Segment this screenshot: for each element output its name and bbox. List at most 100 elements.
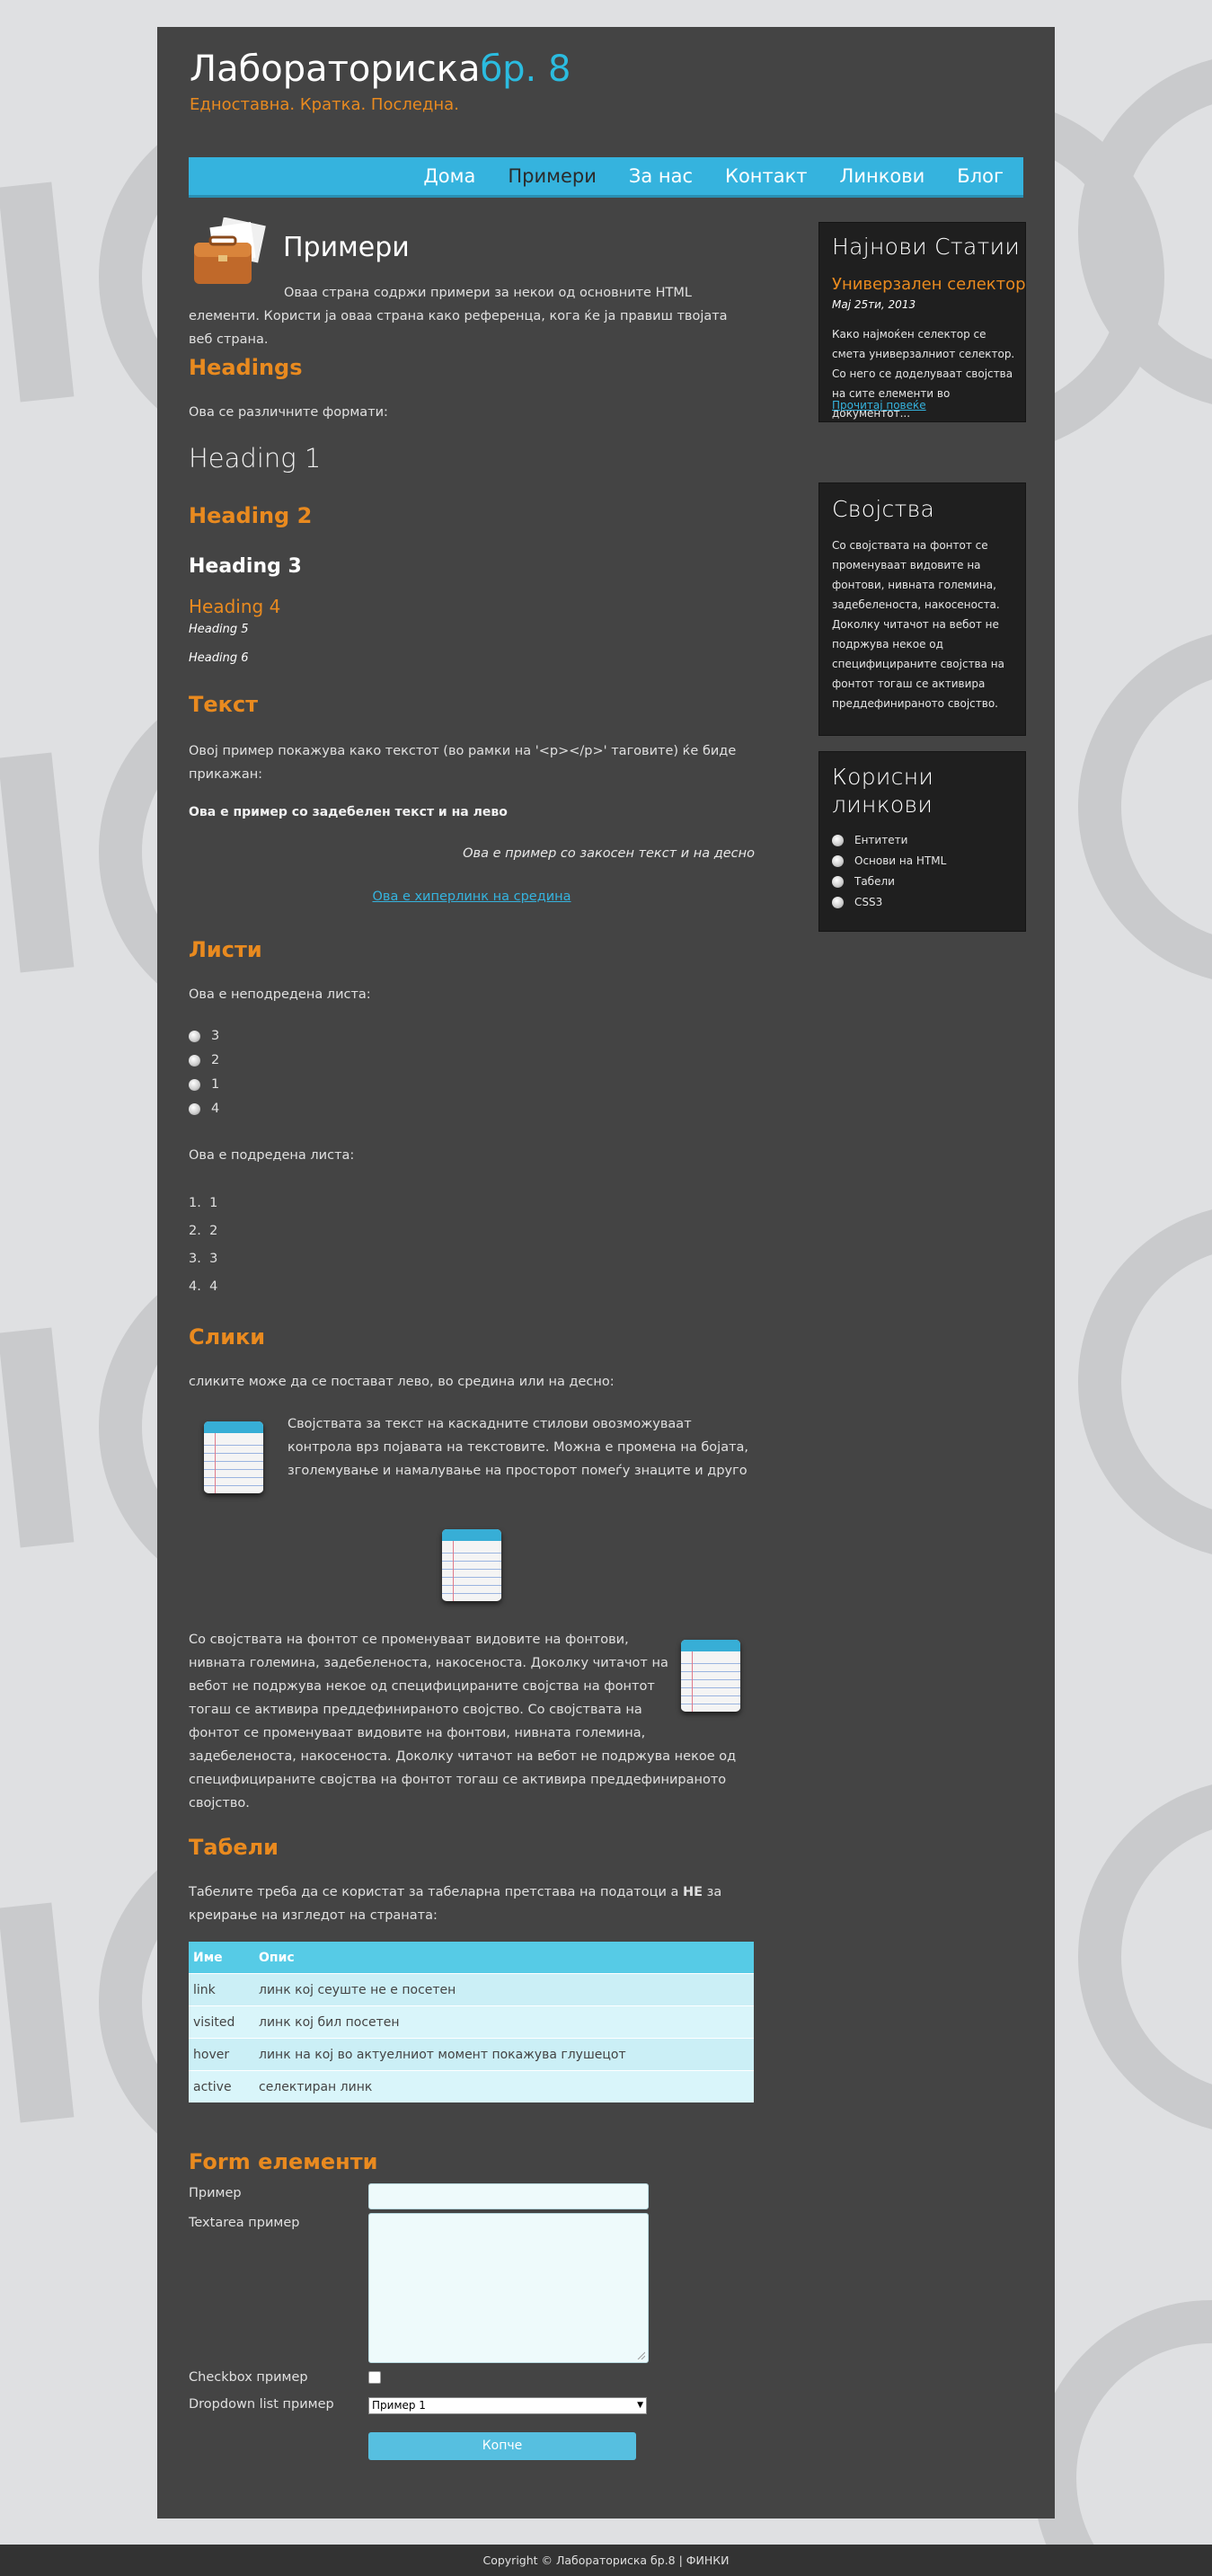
page-intro: Оваа страна содржи примери за некои од о…: [189, 286, 728, 347]
heading-1-sample: Heading 1: [189, 443, 322, 474]
section-title-headings: Headings: [189, 355, 303, 380]
sidebar-link-css3[interactable]: CSS3: [832, 892, 946, 913]
notepad-image-left: [204, 1421, 263, 1493]
list-item: 4: [189, 1097, 219, 1121]
image-right-text: Со својствата на фонтот се променуваат в…: [189, 1633, 737, 1810]
table-row: link линк кој сеуште не е посетен: [189, 1973, 754, 2006]
heading-5-sample: Heading 5: [189, 623, 249, 636]
table-cell: hover: [189, 2038, 254, 2071]
nav-item-about[interactable]: За нас: [629, 165, 693, 187]
submit-button[interactable]: Копче: [368, 2432, 636, 2460]
bullet-icon: [832, 855, 844, 867]
page-container: Лабораторискабр. 8 Едноставна. Кратка. П…: [157, 27, 1055, 2518]
list-item: 4. 4: [189, 1279, 218, 1294]
label-checkbox: Checkbox пример: [189, 2370, 308, 2385]
table-header-cell: Име: [189, 1942, 254, 1974]
useful-links-list: Ентитети Основи на HTML Табели CSS3: [832, 830, 946, 913]
site-footer: Copyright © Лабораториска бр.8 | ФИНКИ: [0, 2545, 1212, 2576]
sidebar-latest-articles: Најнови Статии Универзален селектор Мај …: [818, 222, 1026, 422]
tables-intro: Табелите треба да се користат за табелар…: [189, 1885, 722, 1923]
example-input[interactable]: [368, 2183, 649, 2209]
section-title-form: Form елементи: [189, 2149, 378, 2174]
example-checkbox[interactable]: [368, 2371, 381, 2384]
article-title-link[interactable]: Универзален селектор: [832, 275, 1026, 294]
bullet-icon: [832, 835, 844, 846]
ordered-list-intro: Ова е подредена листа:: [189, 1148, 355, 1163]
site-tagline: Едноставна. Кратка. Последна.: [190, 95, 459, 114]
italic-right-text: Ова е пример со закосен текст и на десно: [463, 846, 755, 861]
bullet-icon: [832, 876, 844, 888]
sidebar-title-links: Корисни линкови: [832, 764, 934, 818]
main-nav: Дома Примери За нас Контакт Линкови Блог: [189, 157, 1023, 195]
sidebar-title-properties: Својства: [832, 496, 935, 522]
section-title-lists: Листи: [189, 937, 262, 962]
centered-hyperlink[interactable]: Ова е хиперлинк на средина: [372, 890, 571, 904]
bullet-icon: [189, 1102, 200, 1115]
table-cell: link: [189, 1973, 254, 2006]
table-cell: селектиран линк: [254, 2070, 754, 2102]
bullet-icon: [189, 1078, 200, 1091]
site-title-accent: бр. 8: [480, 49, 571, 90]
list-item: 1. 1: [189, 1196, 218, 1210]
bold-left-text: Ова е пример со задебелен текст и на лев…: [189, 805, 508, 819]
unordered-list: 3 2 1 4: [189, 1024, 219, 1121]
nav-list: Дома Примери За нас Контакт Линкови Блог: [391, 157, 1004, 195]
read-more-link[interactable]: Прочитај повеќе: [832, 399, 926, 412]
ordered-list: 1. 1 2. 2 3. 3 4. 4: [189, 1190, 217, 1301]
table-cell: active: [189, 2070, 254, 2102]
table-cell: линк кој бил посетен: [254, 2005, 754, 2039]
sidebar-title-latest: Најнови Статии: [832, 234, 1021, 260]
site-title-main: Лабораториска: [190, 49, 481, 90]
footer-copyright: Copyright © Лабораториска бр.8 | ФИНКИ: [482, 2554, 730, 2567]
nav-item-links[interactable]: Линкови: [840, 165, 925, 187]
bullet-icon: [189, 1030, 200, 1042]
sidebar-link-entities[interactable]: Ентитети: [832, 830, 946, 851]
list-item: 2. 2: [189, 1224, 218, 1238]
example-textarea[interactable]: [368, 2213, 649, 2363]
resize-handle-icon[interactable]: [637, 2351, 645, 2359]
list-item: 3. 3: [189, 1252, 218, 1266]
table-cell: visited: [189, 2005, 254, 2039]
section-title-images: Слики: [189, 1324, 266, 1350]
article-date: Мај 25ти, 2013: [832, 298, 916, 311]
properties-text: Со својствата на фонтот се променуваат в…: [832, 539, 1004, 710]
site-title[interactable]: Лабораторискабр. 8: [190, 49, 571, 90]
table-header-cell: Опис: [254, 1942, 754, 1974]
headings-intro: Ова се различните формати:: [189, 405, 388, 420]
heading-2-sample: Heading 2: [189, 503, 313, 528]
unordered-list-intro: Ова е неподредена листа:: [189, 987, 371, 1002]
table-row: hover линк на кој во актуелниот момент п…: [189, 2038, 754, 2071]
image-left-text: Својствата за текст на каскадните стилов…: [288, 1417, 749, 1478]
list-item: 2: [189, 1049, 219, 1073]
example-dropdown[interactable]: Пример 1 ▼: [368, 2397, 647, 2414]
images-intro: сликите може да се поставaт лево, во сре…: [189, 1375, 615, 1389]
nav-item-examples[interactable]: Примери: [508, 165, 597, 187]
bullet-icon: [189, 1054, 200, 1067]
table-row: active селектиран линк: [189, 2070, 754, 2102]
section-title-text: Текст: [189, 692, 259, 717]
bullet-icon: [832, 897, 844, 908]
section-title-tables: Табели: [189, 1835, 279, 1860]
table-cell: линк на кој во актуелниот момент покажув…: [254, 2038, 754, 2071]
notepad-image-center: [442, 1529, 501, 1601]
sidebar-link-tables[interactable]: Табели: [832, 872, 946, 892]
sidebar-link-html-basics[interactable]: Основи на HTML: [832, 851, 946, 872]
list-item: 3: [189, 1024, 219, 1049]
heading-3-sample: Heading 3: [189, 555, 302, 578]
briefcase-icon: [194, 217, 266, 284]
centered-link-row: Ова е хиперлинк на средина: [189, 890, 755, 904]
dropdown-value: Пример 1: [372, 2399, 426, 2412]
nav-item-blog[interactable]: Блог: [957, 165, 1004, 187]
page-title: Примери: [283, 232, 410, 263]
nav-item-contact[interactable]: Контакт: [725, 165, 808, 187]
data-table: Име Опис link линк кој сеуште не е посет…: [189, 1942, 754, 2102]
text-intro: Овој пример покажува како текстот (во ра…: [189, 744, 737, 782]
label-example: Пример: [189, 2186, 242, 2200]
nav-item-home[interactable]: Дома: [423, 165, 475, 187]
label-textarea: Textarea пример: [189, 2216, 300, 2230]
heading-4-sample: Heading 4: [189, 596, 281, 617]
sidebar-useful-links: Корисни линкови Ентитети Основи на HTML …: [818, 751, 1026, 932]
table-cell: линк кој сеуште не е посетен: [254, 1973, 754, 2006]
table-header-row: Име Опис: [189, 1942, 754, 1974]
label-dropdown: Dropdown list пример: [189, 2397, 334, 2412]
